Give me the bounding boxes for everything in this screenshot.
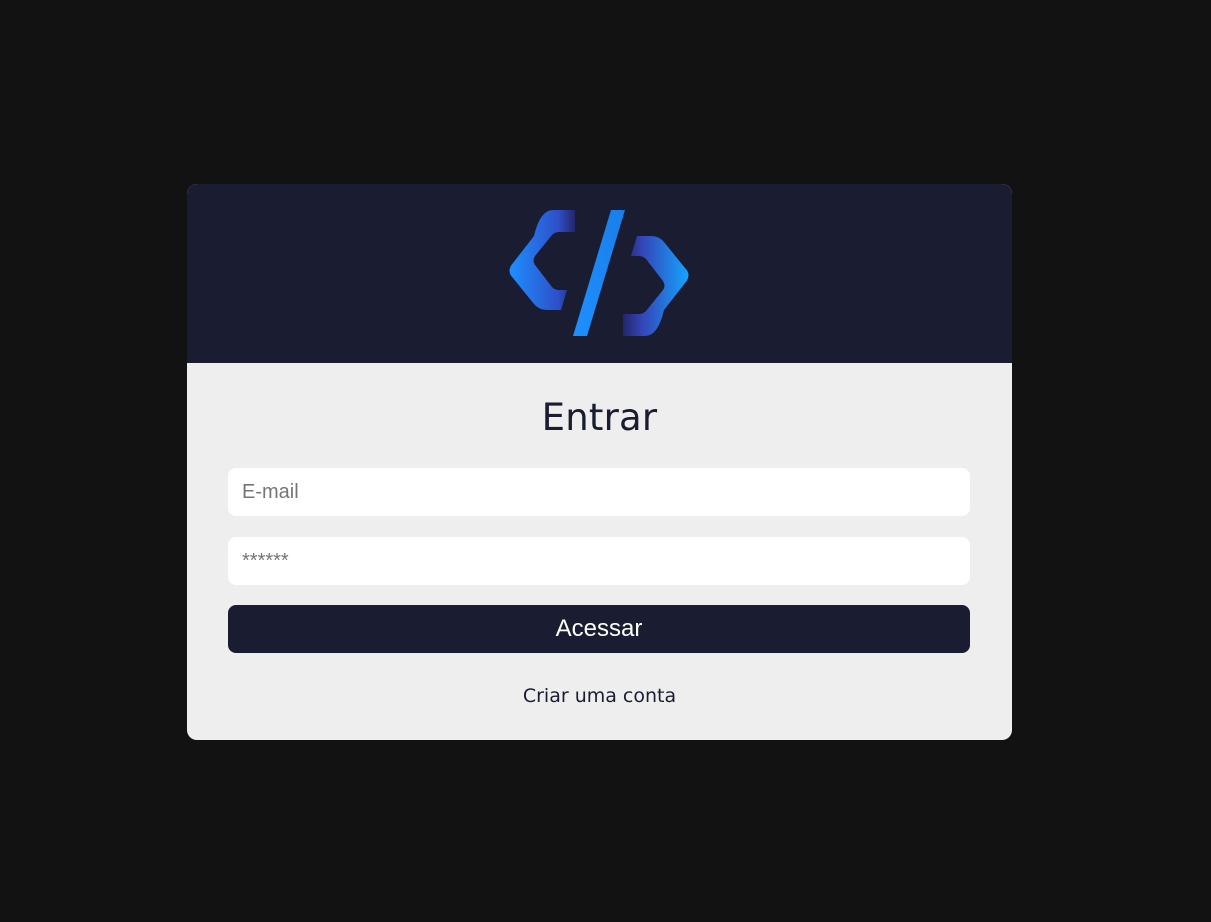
create-account-container: Criar uma conta — [187, 685, 1012, 707]
page-title: Entrar — [541, 396, 658, 439]
create-account-link[interactable]: Criar uma conta — [523, 685, 676, 707]
email-field[interactable] — [228, 468, 970, 516]
code-brackets-logo-icon — [509, 210, 689, 336]
card-header — [187, 184, 1012, 363]
password-field[interactable] — [228, 537, 970, 585]
login-card: Entrar Acessar Criar uma conta — [187, 184, 1012, 740]
submit-button[interactable]: Acessar — [228, 605, 970, 653]
login-form: Entrar Acessar Criar uma conta — [187, 363, 1012, 740]
